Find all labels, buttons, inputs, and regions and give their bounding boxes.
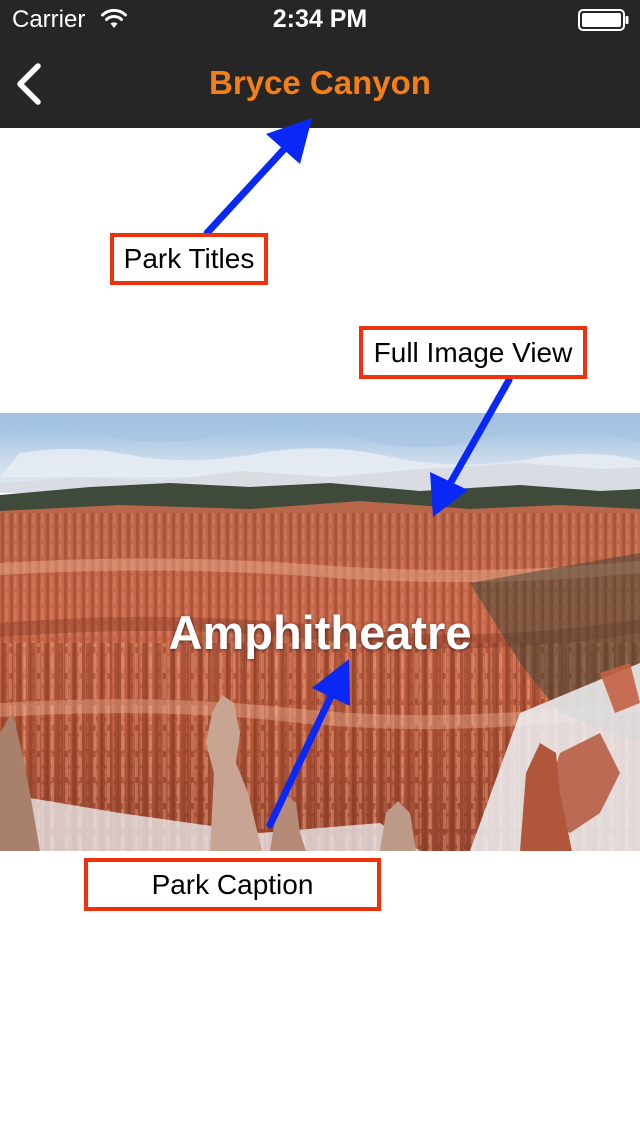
page-title: Bryce Canyon xyxy=(209,64,431,101)
annotation-park-caption: Park Caption xyxy=(84,858,381,911)
battery-icon xyxy=(578,9,629,31)
arrow-to-title xyxy=(203,118,312,237)
park-detail-screen: Carrier 2:34 PM Bryce Canyon Amphitheatr… xyxy=(0,0,640,1136)
annotation-full-image-view: Full Image View xyxy=(359,326,587,379)
annotation-park-titles: Park Titles xyxy=(110,233,268,285)
navigation-bar: Carrier 2:34 PM Bryce Canyon xyxy=(0,0,640,128)
park-caption: Amphitheatre xyxy=(168,606,472,659)
status-time: 2:34 PM xyxy=(272,5,368,33)
